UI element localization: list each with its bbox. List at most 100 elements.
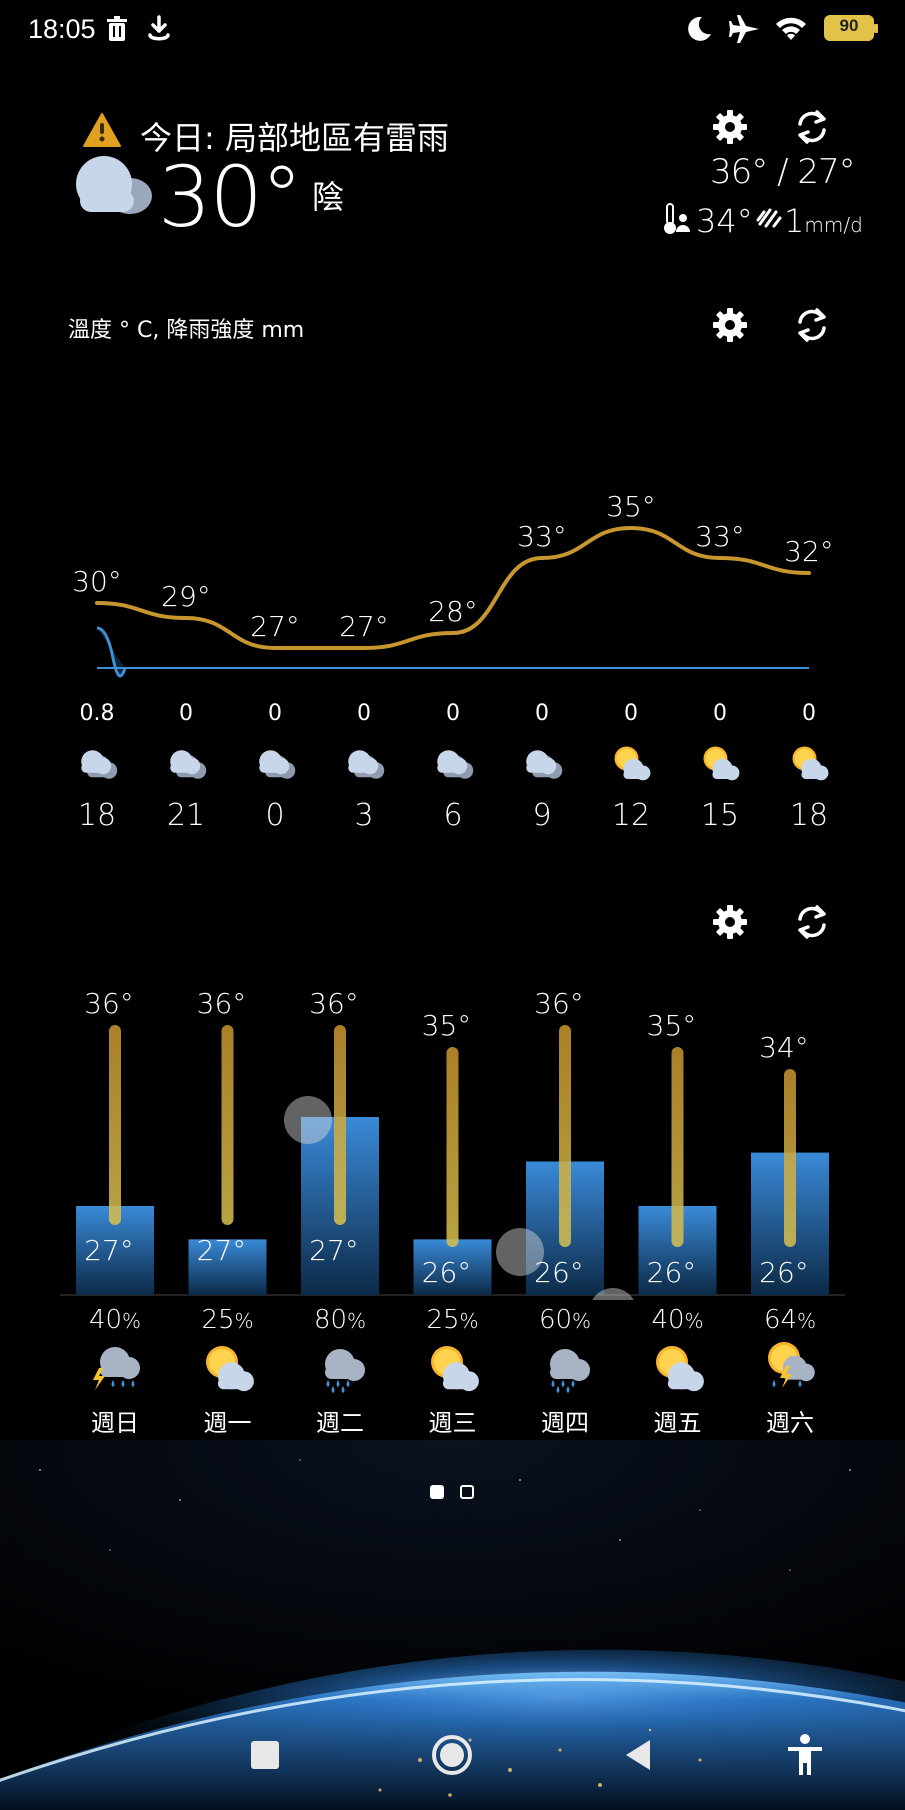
- pop-unit: %: [234, 1309, 254, 1333]
- pop-unit: %: [459, 1309, 479, 1333]
- airplane-icon: [729, 15, 759, 43]
- cloud-icon: [526, 750, 563, 779]
- refresh-icon[interactable]: [792, 107, 832, 147]
- daily-precip-probability: 64%: [740, 1305, 840, 1335]
- hourly-time: 18: [789, 798, 829, 833]
- settings-gear-icon[interactable]: [710, 305, 750, 345]
- refresh-icon[interactable]: [792, 902, 832, 942]
- daily-low-label: 26°: [759, 1256, 809, 1289]
- battery-icon: 90: [824, 15, 878, 41]
- hourly-temp-label: 29°: [161, 580, 211, 613]
- pop-unit: %: [684, 1309, 704, 1333]
- hourly-temp-label: 32°: [784, 535, 834, 568]
- rain-icon: [550, 1349, 590, 1393]
- hourly-time: 0: [265, 798, 285, 833]
- daily-day-label: 週六: [766, 1409, 814, 1437]
- hourly-time: 12: [611, 798, 651, 833]
- settings-gear-icon[interactable]: [710, 107, 750, 147]
- temperature-range-bar: [221, 1025, 234, 1225]
- pop-unit: %: [347, 1309, 367, 1333]
- pop-value: 25: [201, 1305, 235, 1335]
- daily-low-label: 27°: [309, 1234, 359, 1267]
- rain-icon: [325, 1349, 365, 1393]
- sun-cloud-icon: [703, 746, 740, 781]
- daily-day-label: 週日: [91, 1409, 139, 1437]
- daily-day-label: 週四: [541, 1409, 589, 1437]
- hourly-precip: 0: [802, 701, 816, 726]
- current-condition: 陰: [312, 178, 345, 216]
- daily-day-label: 週五: [653, 1409, 702, 1437]
- hourly-temp-label: 35°: [606, 490, 656, 523]
- hourly-time: 6: [443, 798, 463, 833]
- warning-icon: [83, 113, 121, 147]
- accessibility-button[interactable]: [780, 1730, 830, 1780]
- thunder-rain-icon: [93, 1347, 140, 1390]
- sun-cloud-icon: [430, 1346, 479, 1392]
- feels-like-icon: [664, 203, 690, 234]
- download-icon: [148, 15, 170, 41]
- moon-icon: [688, 16, 711, 41]
- trash-icon: [107, 16, 127, 41]
- cloud-icon: [259, 750, 296, 779]
- cloud-icon: [437, 750, 474, 779]
- hourly-time: 15: [700, 798, 740, 833]
- recents-button[interactable]: [240, 1730, 290, 1780]
- page-dot-active[interactable]: [430, 1485, 444, 1499]
- hourly-precip: 0: [446, 701, 460, 726]
- hourly-time: 21: [166, 798, 206, 833]
- daily-high-label: 36°: [84, 987, 134, 1020]
- daily-high-label: 35°: [647, 1009, 697, 1042]
- page-indicator: [430, 1484, 490, 1503]
- daily-precip-probability: 60%: [515, 1305, 615, 1335]
- hourly-time: 3: [354, 798, 374, 833]
- daily-precip-probability: 25%: [403, 1305, 503, 1335]
- daily-low-label: 26°: [647, 1256, 697, 1289]
- pop-value: 40: [88, 1305, 123, 1335]
- refresh-icon[interactable]: [792, 305, 832, 345]
- pop-value: 40: [651, 1305, 685, 1335]
- back-button[interactable]: [614, 1730, 664, 1780]
- page-dot[interactable]: [460, 1485, 474, 1499]
- temperature-range-bar: [446, 1047, 459, 1247]
- cloud-icon: [170, 750, 207, 779]
- hourly-precip: 0: [624, 701, 638, 726]
- rain-value: 1: [784, 202, 805, 240]
- hourly-temp-label: 28°: [428, 595, 478, 628]
- daily-high-label: 34°: [759, 1031, 809, 1064]
- pop-unit: %: [122, 1309, 142, 1333]
- daily-high-label: 36°: [197, 987, 247, 1020]
- daily-precip-probability: 80%: [290, 1305, 390, 1335]
- home-button[interactable]: [427, 1730, 477, 1780]
- pop-unit: %: [797, 1309, 817, 1333]
- feels-like-temperature: 34°: [696, 202, 753, 240]
- pop-value: 80: [313, 1305, 348, 1335]
- current-temperature: 30°: [158, 148, 303, 246]
- hourly-temp-label: 27°: [339, 610, 389, 643]
- temperature-range-bar: [334, 1025, 346, 1225]
- status-time: 18:05: [28, 14, 96, 44]
- pop-value: 60: [538, 1305, 573, 1335]
- hourly-precip: 0: [357, 701, 371, 726]
- hourly-time: 9: [532, 798, 552, 833]
- hourly-temp-label: 33°: [517, 520, 567, 553]
- cloud-icon: [348, 750, 385, 779]
- daily-low-label: 26°: [422, 1256, 472, 1289]
- sun-cloud-icon: [655, 1346, 704, 1392]
- hourly-temperature-chart: 30° 29° 27° 27° 28° 33° 35° 33° 32°: [72, 490, 834, 678]
- daily-day-label: 週一: [203, 1409, 252, 1437]
- hourly-time: 18: [77, 798, 117, 833]
- rain-unit: mm/d: [804, 213, 863, 237]
- settings-gear-icon[interactable]: [710, 902, 750, 942]
- sun-cloud-icon: [792, 746, 829, 781]
- hourly-temp-label: 27°: [250, 610, 300, 643]
- daily-precip-probability: 40%: [628, 1305, 728, 1335]
- daily-low-label: 27°: [197, 1234, 247, 1267]
- daily-high-label: 36°: [309, 987, 359, 1020]
- daily-high-label: 35°: [422, 1009, 472, 1042]
- sun-cloud-icon: [614, 746, 651, 781]
- hourly-precip: 0: [713, 701, 727, 726]
- hourly-chart-label: 溫度 ° C, 降雨強度 mm: [68, 318, 305, 343]
- temperature-range-bar: [784, 1069, 796, 1247]
- pop-value: 25: [426, 1305, 460, 1335]
- pop-unit: %: [572, 1309, 592, 1333]
